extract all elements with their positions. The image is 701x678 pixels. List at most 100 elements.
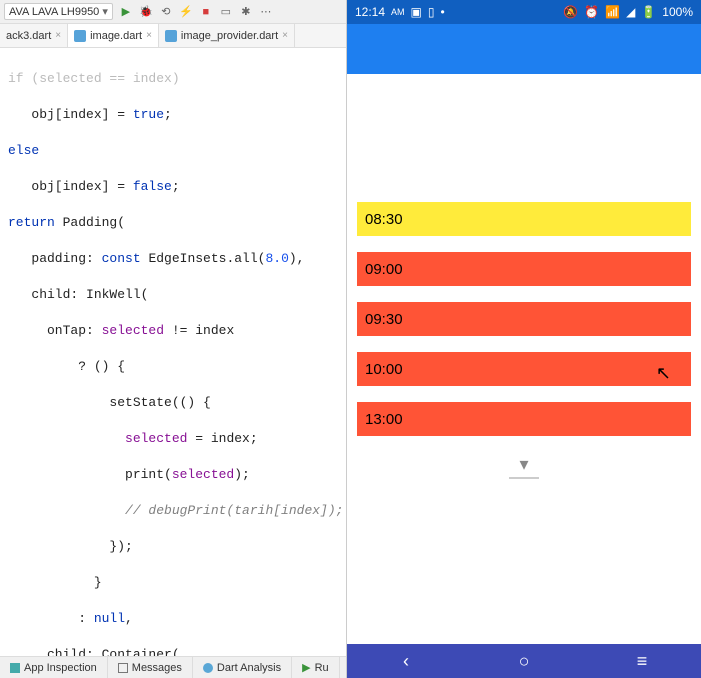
card-icon: ▣ [411,5,422,19]
nav-home-icon[interactable]: ○ [513,651,535,672]
extension-icon[interactable]: ✱ [239,5,253,19]
code-text: onTap: [8,323,102,338]
code-text: selected [102,323,164,338]
code-text: else [8,143,39,158]
tab-ack3[interactable]: ack3.dart × [0,24,68,47]
code-text: padding: [8,251,102,266]
code-text: if (selected == index) [8,71,180,86]
code-text: selected [172,467,234,482]
tab-messages[interactable]: Messages [108,657,193,678]
code-text: , [125,611,133,626]
android-nav-bar: ‹ ○ ≡ [347,644,701,678]
code-text: ; [164,107,172,122]
battery-icon: 🔋 [641,5,656,19]
run-icon[interactable]: ▶ [119,5,133,19]
stop-icon[interactable]: ■ [199,5,213,19]
tab-image[interactable]: image.dart × [68,24,159,47]
expand-arrow-icon[interactable]: ▾ [347,454,701,481]
time-row[interactable]: 08:30 [357,202,691,236]
editor-tab-bar: ack3.dart × image.dart × image_provider.… [0,24,346,48]
code-text: obj[index] = [8,107,133,122]
code-text: ), [289,251,305,266]
code-text: setState(() { [8,395,211,410]
signal-icon: 📶 [605,5,620,19]
status-time: 12:14 [355,5,385,19]
messages-icon [118,663,128,673]
code-text: = index; [187,431,257,446]
bottom-tool-tabs: App Inspection Messages Dart Analysis ▶ … [0,656,346,678]
close-icon[interactable]: × [282,30,288,41]
time-row[interactable]: 09:00 [357,252,691,286]
emulator-panel: 12:14 AM ▣ ▯ • 🔕 ⏰ 📶 ◢ 🔋 100% 08:30 09:0… [347,0,701,678]
code-text: print( [8,467,172,482]
device-selector-label: AVA LAVA LH9950 [9,6,99,18]
dot-icon: • [440,5,444,19]
code-text: child: Container( [8,647,180,656]
tab-app-inspection[interactable]: App Inspection [0,657,108,678]
code-text: } [8,575,102,590]
tab-run[interactable]: ▶ Ru [292,657,340,678]
debug-icon[interactable]: 🐞 [139,5,153,19]
code-text: Padding( [55,215,125,230]
expand-handle [509,477,539,479]
code-text: ? () { [8,359,125,374]
battery-pct: 100% [662,5,693,19]
more-icon[interactable]: ⋯ [259,5,273,19]
dart-icon [203,663,213,673]
time-text: 10:00 [365,361,403,378]
code-text: 8.0 [265,251,288,266]
nav-recent-icon[interactable]: ≡ [631,651,653,672]
code-text: ; [172,179,180,194]
inspect-icon [10,663,20,673]
time-text: 09:00 [365,261,403,278]
code-text: // debugPrint(tarih[index]); [8,503,343,518]
time-row[interactable]: 09:30 [357,302,691,336]
time-text: 13:00 [365,411,403,428]
time-text: 08:30 [365,211,403,228]
tab-label: App Inspection [24,662,97,674]
tab-label: Dart Analysis [217,662,281,674]
status-ampm: AM [391,7,405,17]
code-text: const [102,251,141,266]
app-bar [347,24,701,74]
alarm-icon: ⏰ [584,5,599,19]
mouse-cursor-icon: ↖ [656,363,671,384]
signal2-icon: ◢ [626,5,635,19]
code-text: }); [8,539,133,554]
devices-icon[interactable]: ▭ [219,5,233,19]
code-text: != index [164,323,234,338]
device-selector[interactable]: AVA LAVA LH9950 ▾ [4,3,113,20]
phone-icon: ▯ [428,5,435,19]
ide-toolbar: AVA LAVA LH9950 ▾ ▶ 🐞 ⟲ ⚡ ■ ▭ ✱ ⋯ [0,0,346,24]
time-text: 09:30 [365,311,403,328]
app-body: 08:30 09:00 09:30 10:00 13:00 ▾ ↖ [347,74,701,644]
dart-file-icon [165,30,177,42]
hot-reload-icon[interactable]: ⚡ [179,5,193,19]
code-text: : [8,611,94,626]
android-status-bar: 12:14 AM ▣ ▯ • 🔕 ⏰ 📶 ◢ 🔋 100% [347,0,701,24]
code-text [8,431,125,446]
tab-image-provider[interactable]: image_provider.dart × [159,24,295,47]
code-text: ); [234,467,250,482]
code-editor[interactable]: if (selected == index) obj[index] = true… [0,48,346,656]
time-row[interactable]: 13:00 [357,402,691,436]
code-text: child: InkWell( [8,287,148,302]
tab-dart-analysis[interactable]: Dart Analysis [193,657,292,678]
status-right: 🔕 ⏰ 📶 ◢ 🔋 100% [563,5,693,19]
time-row[interactable]: 10:00 [357,352,691,386]
attach-icon[interactable]: ⟲ [159,5,173,19]
code-text: EdgeInsets.all( [141,251,266,266]
tab-label: image_provider.dart [181,30,278,42]
dart-file-icon [74,30,86,42]
nav-back-icon[interactable]: ‹ [395,651,417,672]
code-text: return [8,215,55,230]
chevron-down-icon: ▾ [102,5,108,18]
close-icon[interactable]: × [55,30,61,41]
close-icon[interactable]: × [146,30,152,41]
dnd-icon: 🔕 [563,5,578,19]
tab-label: image.dart [90,30,142,42]
tab-label: Ru [315,662,329,674]
code-text: selected [125,431,187,446]
ide-panel: AVA LAVA LH9950 ▾ ▶ 🐞 ⟲ ⚡ ■ ▭ ✱ ⋯ ack3.d… [0,0,347,678]
code-text: null [94,611,125,626]
